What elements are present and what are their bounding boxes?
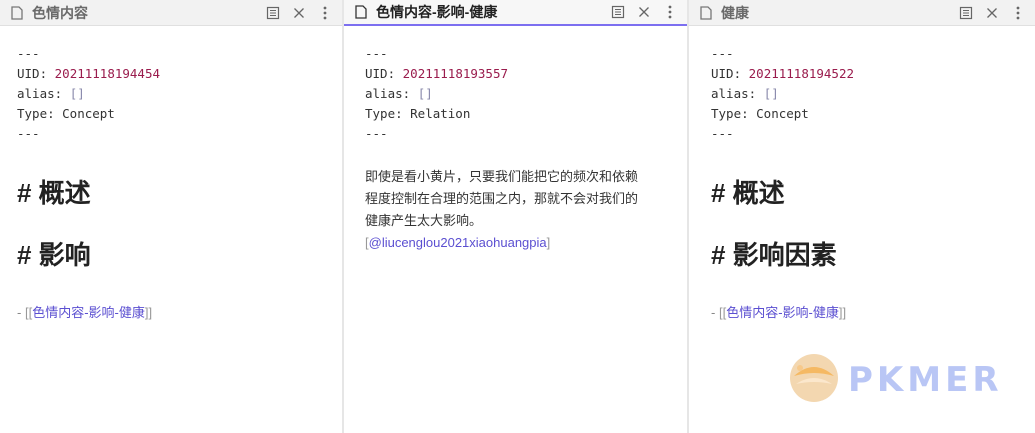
type-line: Type: Concept <box>711 106 809 121</box>
cite-close-bracket: ] <box>546 235 551 250</box>
tab-header[interactable]: 健康 <box>689 0 1035 26</box>
watermark-text: PKMER <box>848 360 1003 400</box>
uid-line: UID: 20211118194522 <box>711 64 1035 84</box>
frontmatter-open: --- <box>711 46 734 61</box>
document-icon <box>354 5 368 19</box>
tab-header-active[interactable]: 色情内容-影响-健康 <box>344 0 687 26</box>
uid-key: UID: <box>711 66 749 81</box>
frontmatter: --- UID: 20211118193557 alias: [] Type: Rel… <box>365 44 687 144</box>
more-options-icon[interactable] <box>312 1 338 25</box>
frontmatter-close: --- <box>365 126 388 141</box>
frontmatter-open: --- <box>365 46 388 61</box>
heading-impact: # 影响 <box>17 240 91 270</box>
link-close-bracket: ]] <box>838 305 847 320</box>
frontmatter-open: --- <box>17 46 40 61</box>
reading-view-icon[interactable] <box>260 1 286 25</box>
list-bullet: - <box>711 305 719 320</box>
document-icon <box>699 5 713 20</box>
internal-link[interactable]: 色情内容-影响-健康 <box>32 305 145 320</box>
frontmatter: --- UID: 20211118194522 alias: [] Type: Con… <box>711 44 1035 144</box>
uid-line: UID: 20211118193557 <box>365 64 687 84</box>
body-paragraph: 即使是看小黄片，只要我们能把它的频次和依赖程度控制在合理的范围之内，那就不会对我… <box>365 169 639 228</box>
citation-link[interactable]: @liucenglou2021xiaohuangpia <box>369 235 547 250</box>
uid-value: 20211118194522 <box>748 66 854 81</box>
heading-overview: # 概述 <box>711 178 785 208</box>
uid-value: 20211118193557 <box>402 66 508 81</box>
heading-overview: # 概述 <box>17 178 91 208</box>
list-item: - [[色情内容-影响-健康]] <box>17 302 342 321</box>
citation: [@liucenglou2021xiaohuangpia] <box>365 232 687 254</box>
tab-title[interactable]: 健康 <box>721 3 953 23</box>
alias-line: alias: [] <box>17 84 342 104</box>
frontmatter-close: --- <box>17 126 40 141</box>
pane-relation-note: 色情内容-影响-健康 --- UID: 20211118193557 alias: … <box>344 0 687 433</box>
type-line: Type: Concept <box>17 106 115 121</box>
list-bullet: - <box>17 305 25 320</box>
note-content[interactable]: --- UID: 20211118194522 alias: [] Type: Con… <box>689 26 1035 321</box>
more-options-icon[interactable] <box>657 0 683 24</box>
tab-header[interactable]: 色情内容 <box>0 0 342 26</box>
uid-key: UID: <box>17 66 55 81</box>
pkmer-logo-icon <box>786 350 842 410</box>
reading-view-icon[interactable] <box>605 0 631 24</box>
alias-line: alias: [] <box>711 84 1035 104</box>
document-icon <box>10 5 24 20</box>
alias-value: [] <box>417 86 433 101</box>
frontmatter-close: --- <box>711 126 734 141</box>
note-content[interactable]: --- UID: 20211118194454 alias: [] Type: Con… <box>0 26 342 321</box>
tab-title[interactable]: 色情内容 <box>32 3 260 23</box>
alias-value: [] <box>763 86 779 101</box>
close-icon[interactable] <box>631 0 657 24</box>
alias-key: alias: <box>17 86 70 101</box>
alias-line: alias: [] <box>365 84 687 104</box>
alias-value: [] <box>69 86 85 101</box>
reading-view-icon[interactable] <box>953 1 979 25</box>
uid-key: UID: <box>365 66 403 81</box>
tab-title[interactable]: 色情内容-影响-健康 <box>376 2 605 22</box>
more-options-icon[interactable] <box>1005 1 1031 25</box>
list-item: - [[色情内容-影响-健康]] <box>711 302 1035 321</box>
link-close-bracket: ]] <box>144 305 153 320</box>
alias-key: alias: <box>365 86 418 101</box>
close-icon[interactable] <box>979 1 1005 25</box>
type-line: Type: Relation <box>365 106 471 121</box>
note-content[interactable]: --- UID: 20211118193557 alias: [] Type: Rel… <box>344 26 687 254</box>
uid-value: 20211118194454 <box>54 66 160 81</box>
pkmer-watermark: PKMER <box>786 350 1003 410</box>
frontmatter: --- UID: 20211118194454 alias: [] Type: Con… <box>17 44 342 144</box>
heading-factors: # 影响因素 <box>711 240 837 270</box>
internal-link[interactable]: 色情内容-影响-健康 <box>726 305 839 320</box>
uid-line: UID: 20211118194454 <box>17 64 342 84</box>
pane-color-content: 色情内容 --- UID: 20211118194454 alias: [] Type… <box>0 0 342 433</box>
close-icon[interactable] <box>286 1 312 25</box>
alias-key: alias: <box>711 86 764 101</box>
